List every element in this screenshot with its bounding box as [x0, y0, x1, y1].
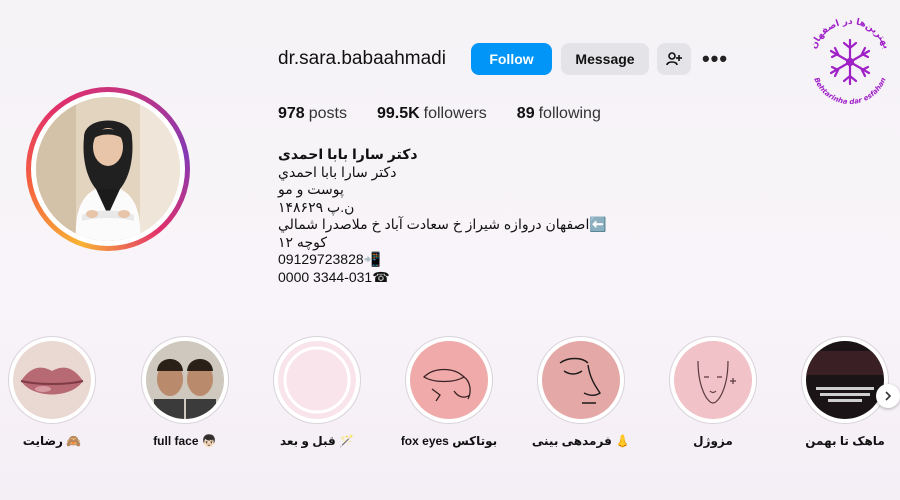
highlight-item[interactable]: fox eyes بوتاکس: [394, 336, 504, 448]
bio-line: ⬅️اصفهان دروازه شیراز خ سعادت آباد خ ملا…: [278, 216, 607, 232]
highlight-label: ماهک تا بهمن: [805, 434, 885, 448]
highlight-label: مزوژل: [693, 434, 733, 448]
blank-pink-icon: [278, 341, 356, 419]
highlight-label: رضایت 🙈: [22, 434, 82, 448]
followers-label: followers: [423, 105, 487, 122]
followers-stat[interactable]: 99.5K followers: [377, 105, 487, 123]
suggest-user-button[interactable]: [657, 43, 691, 75]
highlight-item[interactable]: قبل و بعد 🪄: [262, 336, 372, 448]
story-highlights: رضایت 🙈 full face 👦🏻 قبل و بعد 🪄 fox eye…: [0, 336, 900, 456]
bio-landline: 0000 3344-031☎: [278, 268, 390, 285]
face-lineart-icon: [674, 341, 752, 419]
highlight-label: فرمدهی بینی 👃: [531, 434, 631, 448]
profile-username: dr.sara.babaahmadi: [278, 48, 446, 69]
highlight-label: full face 👦🏻: [153, 434, 217, 448]
posts-count: 978: [278, 105, 305, 122]
lips-photo-icon: [13, 341, 91, 419]
bio-line: پوست و مو: [278, 181, 344, 197]
message-button[interactable]: Message: [561, 43, 649, 75]
highlight-item[interactable]: فرمدهی بینی 👃: [526, 336, 636, 448]
bio-line: کوچه ۱۲: [278, 233, 327, 250]
bio-phone[interactable]: 09129723828📲: [278, 251, 618, 269]
more-options-button[interactable]: •••: [699, 43, 731, 75]
add-user-icon: [666, 52, 682, 66]
avatar-photo: [36, 97, 180, 241]
profile-avatar[interactable]: [26, 87, 190, 251]
bio-name: دکتر سارا بابا احمدی: [278, 146, 418, 162]
posts-label: posts: [308, 105, 347, 122]
dark-video-icon: [806, 341, 884, 419]
eye-lineart-icon: [410, 341, 488, 419]
chevron-right-icon: [885, 391, 892, 401]
follow-button[interactable]: Follow: [471, 43, 552, 75]
following-count: 89: [516, 105, 535, 122]
profile-stats: 978 posts 99.5K followers 89 following: [278, 105, 631, 123]
twins-photo-icon: [146, 341, 224, 419]
bio-line: دکتر سارا بابا احمدي: [278, 163, 397, 180]
highlight-item[interactable]: رضایت 🙈: [0, 336, 107, 448]
profile-bio: دکتر سارا بابا احمدی دکتر سارا بابا احمد…: [278, 146, 618, 286]
highlight-label: قبل و بعد 🪄: [279, 434, 355, 448]
posts-stat: 978 posts: [278, 105, 347, 123]
nose-lineart-icon: [542, 341, 620, 419]
highlight-item[interactable]: مزوژل: [658, 336, 768, 448]
highlight-label: fox eyes بوتاکس: [400, 434, 498, 448]
following-stat[interactable]: 89 following: [517, 105, 601, 123]
following-label: following: [538, 105, 601, 122]
followers-count: 99.5K: [376, 105, 420, 122]
highlights-next-button[interactable]: [876, 384, 900, 408]
watermark-logo: بهترین‌ها در اصفهان Behtarinha dar esfah…: [809, 17, 891, 106]
highlight-item[interactable]: full face 👦🏻: [130, 336, 240, 448]
bio-line: ن.پ ۱۴۸۶۲۹: [278, 198, 355, 215]
